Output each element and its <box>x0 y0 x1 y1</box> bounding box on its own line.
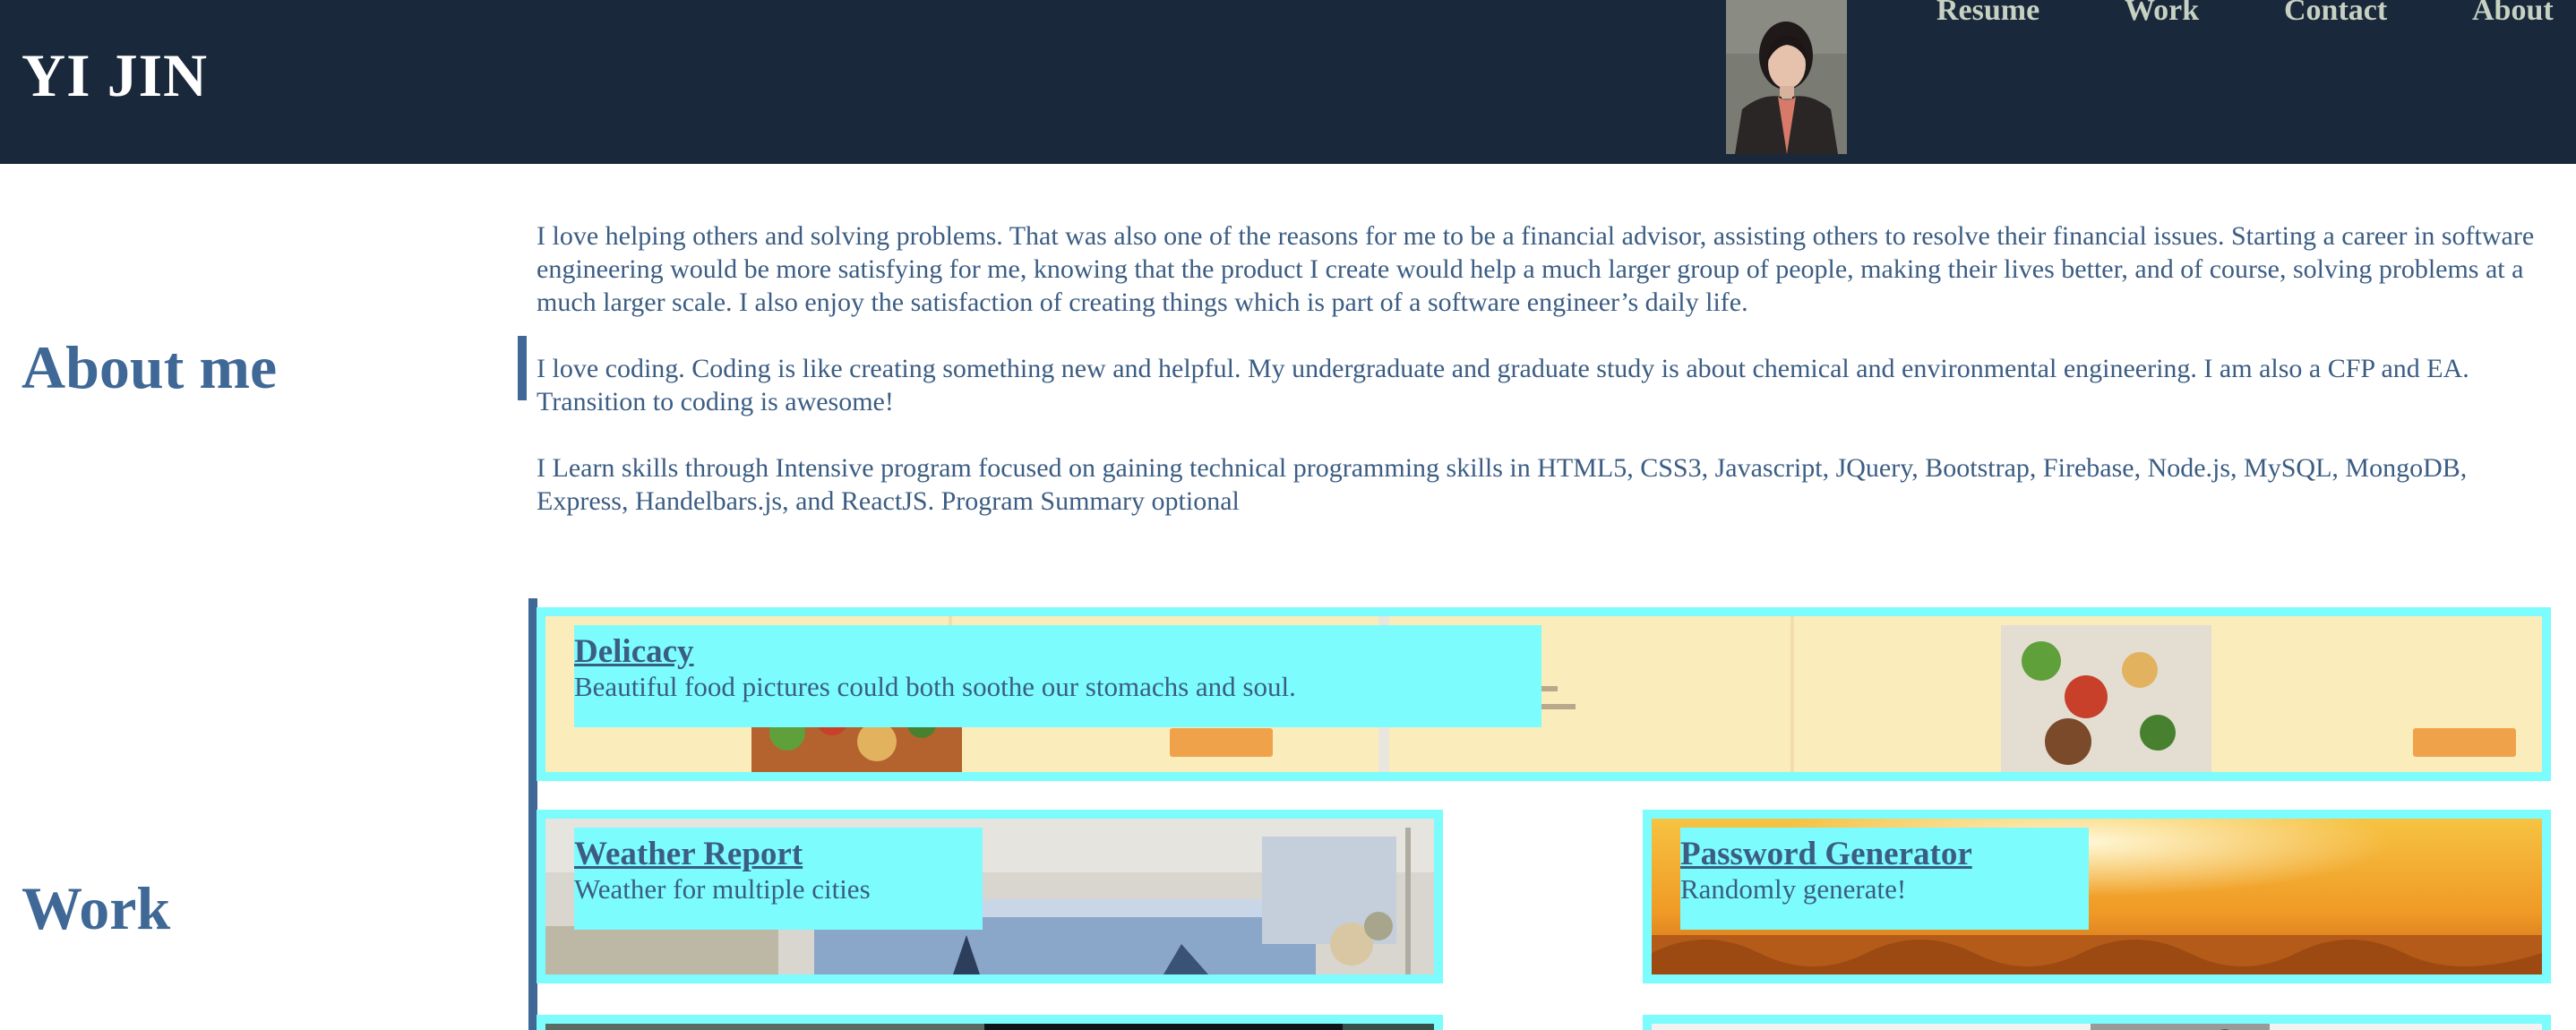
nav-resume-link[interactable]: Resume <box>1936 0 2039 27</box>
project-title-link[interactable]: Password Generator <box>1680 837 2089 872</box>
project-caption: Delicacy Beautiful food pictures could b… <box>574 625 1541 727</box>
project-card-weather-report[interactable]: Weather Report Weather for multiple citi… <box>537 810 1443 983</box>
nav-contact-link[interactable]: Contact <box>2284 0 2387 27</box>
project-description: Randomly generate! <box>1680 873 1907 905</box>
project-card-password-generator[interactable]: Password Generator Randomly generate! <box>1643 810 2551 983</box>
about-body: I love helping others and solving proble… <box>537 219 2552 551</box>
project-thumbnail <box>545 1024 1434 1030</box>
project-description: Beautiful food pictures could both sooth… <box>574 671 1296 702</box>
site-header: YI JIN Resume Work Contact About <box>0 0 2576 164</box>
profile-photo <box>1726 0 1847 154</box>
project-thumbnail <box>1652 1024 2542 1030</box>
project-card[interactable] <box>537 1015 1443 1030</box>
work-heading: Work <box>21 874 171 942</box>
about-accent-bar <box>518 336 527 400</box>
nav-work-link[interactable]: Work <box>2125 0 2199 27</box>
project-card[interactable] <box>1643 1015 2551 1030</box>
project-title-link[interactable]: Delicacy <box>574 634 1541 670</box>
nav-about-link[interactable]: About <box>2472 0 2554 27</box>
project-title-link[interactable]: Weather Report <box>574 837 983 872</box>
about-heading: About me <box>21 333 278 401</box>
project-caption: Weather Report Weather for multiple citi… <box>574 828 983 930</box>
project-caption: Password Generator Randomly generate! <box>1680 828 2089 930</box>
project-description: Weather for multiple cities <box>574 873 871 905</box>
about-paragraph: I Learn skills through Intensive program… <box>537 453 2468 516</box>
about-paragraph: I love helping others and solving proble… <box>537 221 2535 317</box>
about-paragraph: I love coding. Coding is like creating s… <box>537 354 2469 416</box>
project-card-delicacy[interactable]: Delicacy Beautiful food pictures could b… <box>537 607 2551 781</box>
site-brand: YI JIN <box>21 41 209 109</box>
